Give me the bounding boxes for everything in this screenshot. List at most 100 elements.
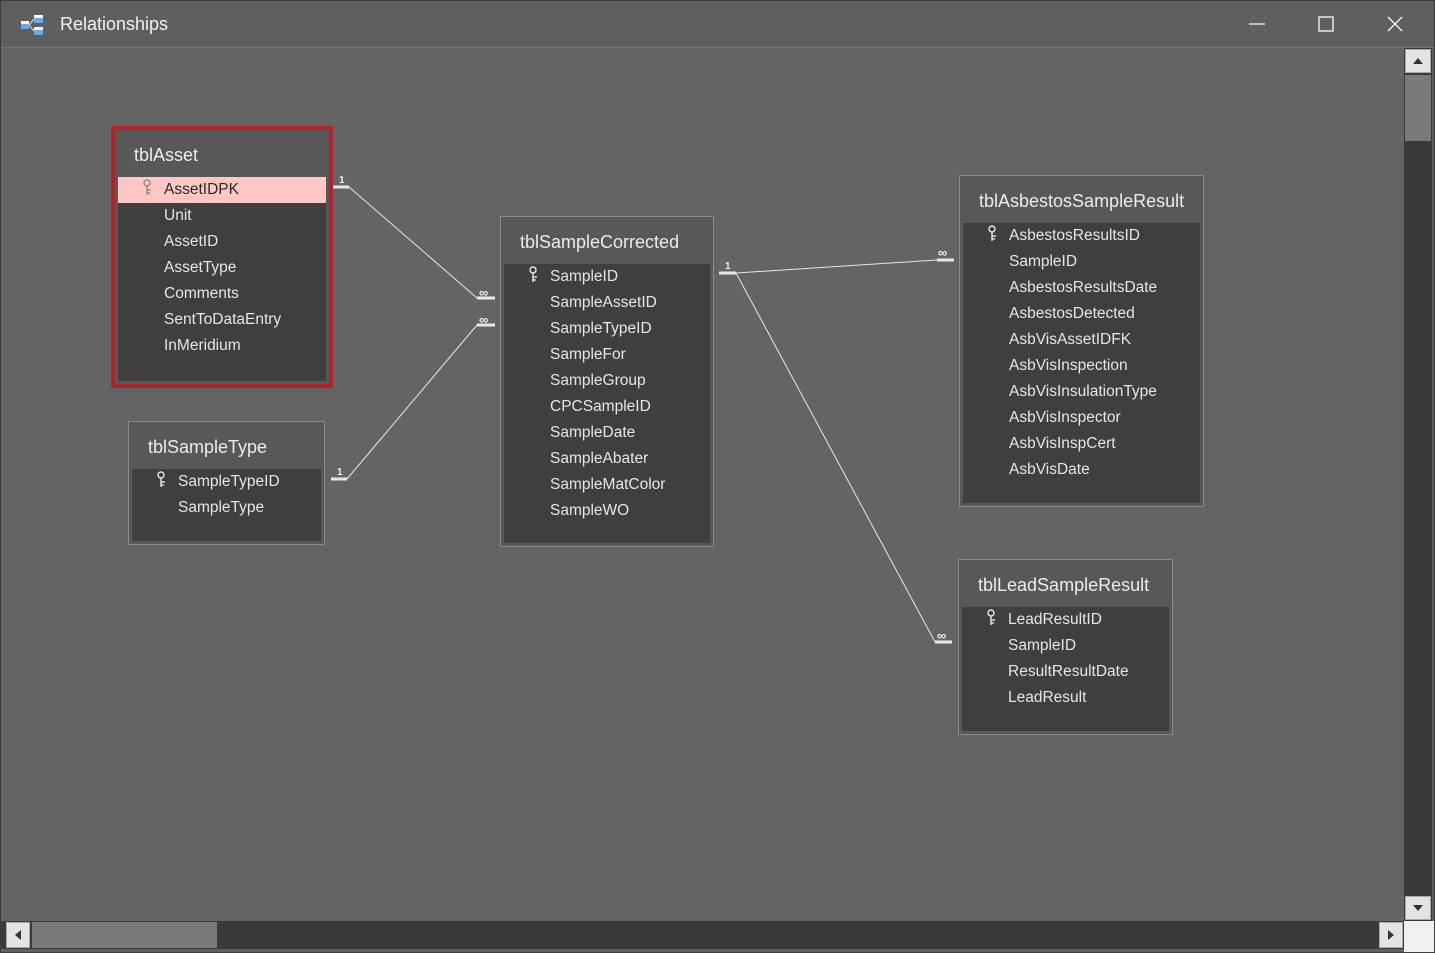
table-title[interactable]: tblSampleCorrected <box>504 220 710 264</box>
table-tblLeadSampleResult[interactable]: tblLeadSampleResult LeadResultID SampleI… <box>958 559 1173 735</box>
field-name: AsbestosDetected <box>1009 305 1135 322</box>
scroll-left-button[interactable] <box>6 922 30 948</box>
relationship-sample-lead[interactable] <box>735 272 952 644</box>
table-tblAsset[interactable]: tblAsset AssetIDPK Unit AssetID AssetTyp… <box>111 126 333 388</box>
field-name: LeadResult <box>1008 689 1087 706</box>
field-name: AsbVisInsulationType <box>1009 383 1157 400</box>
rel-one-label: 1 <box>339 175 345 186</box>
field-row[interactable]: AsbVisInspector <box>963 405 1200 431</box>
field-row[interactable]: SampleDate <box>504 420 710 446</box>
field-name: SampleTypeID <box>550 320 652 337</box>
vertical-scrollbar[interactable] <box>1404 48 1432 921</box>
table-title[interactable]: tblSampleType <box>132 425 321 469</box>
table-title[interactable]: tblLeadSampleResult <box>962 563 1169 607</box>
scroll-right-button[interactable] <box>1379 922 1403 948</box>
horizontal-scrollbar[interactable] <box>1 921 1404 949</box>
field-row[interactable]: AsbestosResultsDate <box>963 275 1200 301</box>
field-row[interactable]: SampleType <box>132 495 321 521</box>
field-row[interactable]: SampleWO <box>504 498 710 524</box>
field-name: SampleID <box>550 268 619 285</box>
relationship-asset-sample[interactable] <box>333 185 495 300</box>
window-title: Relationships <box>60 14 169 34</box>
field-row[interactable]: SentToDataEntry <box>118 307 326 333</box>
field-row[interactable]: Unit <box>118 203 326 229</box>
rel-many-label: ∞ <box>479 285 489 300</box>
close-icon <box>1387 16 1403 32</box>
chevron-up-icon <box>1413 58 1423 64</box>
table-body: tblAsbestosSampleResult AsbestosResultsI… <box>960 176 1203 506</box>
field-name: SampleDate <box>550 424 636 441</box>
field-row[interactable]: LeadResult <box>962 685 1169 711</box>
field-row[interactable]: SampleFor <box>504 342 710 368</box>
field-row[interactable]: AsbestosDetected <box>963 301 1200 327</box>
key-icon <box>987 609 995 625</box>
field-name: AssetType <box>164 259 237 276</box>
table-title[interactable]: tblAsset <box>118 133 326 177</box>
field-name: SampleMatColor <box>550 476 666 493</box>
relationship-sampletype-sample[interactable] <box>331 323 495 481</box>
chevron-left-icon <box>15 930 21 940</box>
field-row[interactable]: SampleAssetID <box>504 290 710 316</box>
field-row[interactable]: SampleID <box>963 249 1200 275</box>
table-tblSampleType[interactable]: tblSampleType SampleTypeID SampleType <box>128 421 325 545</box>
minimize-icon <box>1249 23 1265 25</box>
field-name: AsbestosResultsDate <box>1009 279 1158 296</box>
field-row[interactable]: SampleAbater <box>504 446 710 472</box>
field-list: SampleTypeID SampleType <box>132 469 321 521</box>
field-row[interactable]: AsbVisInspCert <box>963 431 1200 457</box>
field-row[interactable]: LeadResultID <box>962 607 1169 633</box>
table-title[interactable]: tblAsbestosSampleResult <box>963 179 1200 223</box>
field-row[interactable]: CPCSampleID <box>504 394 710 420</box>
horizontal-scroll-thumb[interactable] <box>32 922 217 948</box>
field-name: AsbestosResultsID <box>1009 227 1140 244</box>
relationship-sample-asbestos[interactable] <box>719 258 954 275</box>
table-tblAsbestosSampleResult[interactable]: tblAsbestosSampleResult AsbestosResultsI… <box>959 175 1204 507</box>
field-row[interactable]: InMeridium <box>118 333 326 359</box>
field-row[interactable]: AsbestosResultsID <box>963 223 1200 249</box>
field-name: SampleGroup <box>550 372 646 389</box>
field-name: SampleID <box>1009 253 1078 270</box>
relationships-window: Relationships 1 ∞ 1 ∞ 1 ∞ ∞ tblAsset Ass… <box>0 0 1435 953</box>
field-name: AsbVisInspCert <box>1009 435 1116 452</box>
key-icon <box>529 266 537 282</box>
minimize-button[interactable] <box>1225 1 1289 47</box>
scroll-down-button[interactable] <box>1405 896 1431 920</box>
field-row[interactable]: SampleID <box>504 264 710 290</box>
field-row[interactable]: ResultResultDate <box>962 659 1169 685</box>
field-row[interactable]: Comments <box>118 281 326 307</box>
close-button[interactable] <box>1363 1 1427 47</box>
rel-one-label: 1 <box>725 261 731 272</box>
field-name: SentToDataEntry <box>164 311 282 328</box>
field-row[interactable]: AssetID <box>118 229 326 255</box>
chevron-down-icon <box>1413 905 1423 911</box>
field-row[interactable]: SampleGroup <box>504 368 710 394</box>
field-name: AsbVisDate <box>1009 461 1090 478</box>
field-name: SampleWO <box>550 502 630 519</box>
field-row[interactable]: SampleTypeID <box>504 316 710 342</box>
field-name: InMeridium <box>164 337 241 354</box>
field-name: AsbVisInspection <box>1009 357 1128 374</box>
field-row[interactable]: SampleID <box>962 633 1169 659</box>
field-name: AssetID <box>164 233 219 250</box>
title-bar[interactable]: Relationships <box>1 1 1434 48</box>
field-list: AsbestosResultsID SampleID AsbestosResul… <box>963 223 1200 483</box>
field-row[interactable]: AsbVisInspection <box>963 353 1200 379</box>
relationships-icon <box>20 14 46 36</box>
maximize-button[interactable] <box>1294 1 1358 47</box>
vertical-scroll-thumb[interactable] <box>1405 75 1431 141</box>
field-row[interactable]: AssetIDPK <box>118 177 326 203</box>
field-row[interactable]: AsbVisAssetIDFK <box>963 327 1200 353</box>
key-icon <box>143 179 151 195</box>
table-body: tblSampleCorrected SampleID SampleAssetI… <box>501 217 713 546</box>
field-row[interactable]: AsbVisDate <box>963 457 1200 483</box>
scroll-up-button[interactable] <box>1405 49 1431 73</box>
field-row[interactable]: SampleMatColor <box>504 472 710 498</box>
field-list: SampleID SampleAssetID SampleTypeID Samp… <box>504 264 710 524</box>
field-row[interactable]: AssetType <box>118 255 326 281</box>
relationships-canvas[interactable]: 1 ∞ 1 ∞ 1 ∞ ∞ tblAsset AssetIDPK Unit As… <box>1 48 1404 921</box>
field-row[interactable]: SampleTypeID <box>132 469 321 495</box>
scrollbar-corner <box>1404 921 1434 952</box>
field-row[interactable]: AsbVisInsulationType <box>963 379 1200 405</box>
field-name: AsbVisAssetIDFK <box>1009 331 1132 348</box>
table-tblSampleCorrected[interactable]: tblSampleCorrected SampleID SampleAssetI… <box>500 216 714 547</box>
